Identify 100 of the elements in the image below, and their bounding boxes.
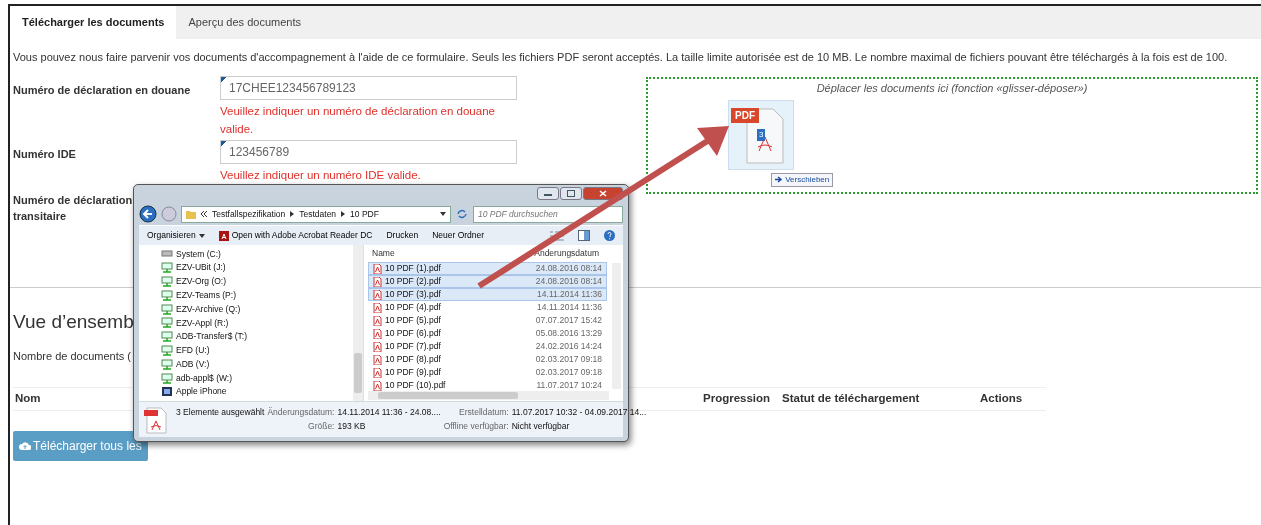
breadcrumb-item[interactable]: Testfallspezifikation [212, 207, 286, 221]
file-date: 02.03.2017 09:18 [535, 353, 602, 366]
view-options-icon[interactable] [550, 230, 564, 241]
file-row[interactable]: 10 PDF (1).pdf 24.08.2016 08:14 [368, 262, 607, 275]
file-row[interactable]: 10 PDF (7).pdf 24.02.2016 14:24 [368, 340, 607, 353]
arrow-icon [775, 176, 783, 184]
tab[interactable]: Aperçu des documents [176, 6, 313, 39]
back-button-icon[interactable] [139, 205, 157, 223]
nav-item[interactable]: ADB-Transfer$ (T:) [161, 329, 247, 344]
file-row[interactable]: 10 PDF (8).pdf 02.03.2017 09:18 [368, 353, 607, 366]
detail-value: 11.07.2017 10:32 - 04.09.2017 14... [511, 405, 647, 419]
nav-item[interactable]: ADB (V:) [161, 357, 210, 372]
help-icon[interactable] [604, 230, 615, 241]
maximize-icon [567, 190, 575, 197]
network-drive-icon [161, 262, 173, 274]
field-label: Numéro IDE [13, 146, 76, 162]
pdf-file-icon [373, 302, 382, 313]
dropdown-caret-icon[interactable] [440, 212, 446, 216]
close-icon [599, 190, 607, 197]
nav-item[interactable]: System (C:) [161, 247, 221, 261]
selection-summary: 3 Elemente ausgewählt [176, 405, 265, 419]
file-date: 14.11.2014 11:36 [537, 301, 602, 314]
breadcrumb-item[interactable]: 10 PDF [350, 207, 379, 221]
network-drive-icon [161, 303, 173, 315]
network-drive-icon [161, 276, 173, 287]
field-label: Numéro de déclaration transitaire [13, 192, 133, 224]
file-date: 05.08.2016 13:29 [535, 327, 602, 340]
nav-item[interactable]: EZV-Archive (Q:) [161, 302, 241, 316]
pdf-file-icon [373, 380, 382, 391]
pdf-file-icon [373, 263, 382, 274]
toolbar-button[interactable]: Drucken [386, 229, 419, 242]
chevron-right-icon [341, 211, 346, 217]
file-row[interactable]: 10 PDF (9).pdf 02.03.2017 09:18 [368, 366, 607, 379]
breadcrumb-item[interactable]: Testdaten [299, 207, 337, 221]
caret-icon [198, 233, 205, 238]
toolbar-button[interactable]: Open with Adobe Acrobat Reader DC [218, 229, 373, 242]
network-drive-icon [161, 372, 173, 384]
preview-pane-icon[interactable] [578, 230, 590, 241]
error-message: Veuillez indiquer un numéro IDE valide. [220, 167, 422, 183]
chevron-right-icon [290, 211, 295, 217]
section-heading: Vue d’ensemb [13, 309, 134, 334]
file-row[interactable]: 10 PDF (4).pdf 14.11.2014 11:36 [368, 301, 607, 314]
pdf-file-icon [373, 367, 382, 378]
detail-value: 14.11.2014 11:36 - 24.08.... [337, 405, 441, 419]
search-field[interactable]: 10 PDF durchsuchen [473, 205, 623, 223]
file-name: 10 PDF (10).pdf [385, 379, 446, 392]
network-drive-icon [161, 358, 173, 370]
cloud-upload-icon [19, 440, 31, 451]
file-name: 10 PDF (4).pdf [385, 301, 441, 314]
error-message: Veuillez indiquer un numéro de déclaration en douane valide. [220, 103, 496, 137]
detail-label: Änderungsdatum: [267, 405, 335, 419]
move-tooltip: Verschieben [771, 173, 834, 187]
file-date: 07.07.2017 15:42 [535, 314, 602, 327]
field-label: Numéro de déclaration en douane [13, 82, 191, 98]
detail-value: Nicht verfügbar [511, 419, 571, 433]
nav-item[interactable]: EZV-Teams (P:) [161, 288, 236, 303]
column-header: Progression [703, 390, 771, 406]
count-badge: 3 [757, 129, 766, 141]
nav-item[interactable]: Apple iPhone [161, 384, 227, 399]
pdf-file-icon [373, 289, 382, 300]
nav-item[interactable]: EFD (U:) [161, 343, 210, 358]
maximize-button[interactable] [560, 187, 582, 200]
column-header[interactable]: Änderungsdatum [534, 247, 599, 260]
input-field[interactable]: 123456789 [220, 139, 517, 164]
folder-icon [186, 209, 196, 219]
file-row[interactable]: 10 PDF (10).pdf 11.07.2017 10:24 [368, 379, 607, 392]
scrollbar-thumb [354, 353, 362, 393]
tab[interactable]: Télécharger les documents [10, 6, 177, 39]
nav-item[interactable]: EZV-UBit (J:) [161, 260, 226, 275]
file-name: 10 PDF (5).pdf [385, 314, 441, 327]
column-header[interactable]: Name [372, 247, 395, 260]
toolbar-button[interactable]: Neuer Ordner [432, 229, 485, 242]
file-name: 10 PDF (9).pdf [385, 366, 441, 379]
file-date: 02.03.2017 09:18 [535, 366, 602, 379]
network-drive-icon [161, 331, 173, 343]
file-date: 14.11.2014 11:36 [537, 288, 602, 301]
document-count: Nombre de documents ( [13, 349, 131, 364]
nav-item[interactable]: EZV-Org (O:) [161, 274, 227, 289]
input-field[interactable]: 17CHEE123456789123 [220, 75, 517, 100]
file-name: 10 PDF (1).pdf [385, 262, 441, 275]
pdf-label: PDF [731, 108, 759, 123]
minimize-button[interactable] [537, 187, 559, 200]
file-name: 10 PDF (2).pdf [385, 275, 441, 288]
pdf-file-icon [373, 341, 382, 352]
refresh-icon[interactable] [455, 207, 469, 221]
nav-item[interactable]: adb-appl$ (W:) [161, 371, 233, 385]
file-name: 10 PDF (8).pdf [385, 353, 441, 366]
nav-item[interactable]: EZV-Appl (R:) [161, 316, 229, 330]
file-date: 24.08.2016 08:14 [535, 262, 602, 275]
file-row[interactable]: 10 PDF (5).pdf 07.07.2017 15:42 [368, 314, 607, 327]
file-row[interactable]: 10 PDF (2).pdf 24.08.2016 08:14 [368, 275, 607, 288]
file-row[interactable]: 10 PDF (6).pdf 05.08.2016 13:29 [368, 327, 607, 340]
pdf-file-icon [373, 276, 382, 287]
file-row[interactable]: 10 PDF (3).pdf 14.11.2014 11:36 [368, 288, 607, 301]
drop-zone[interactable]: Déplacer les documents ici (fonction «glisser-déposer») PDF 3 Verschieben [646, 76, 1258, 194]
file-date: 11.07.2017 10:24 [536, 379, 602, 392]
address-bar[interactable]: Testfallspezifikation Testdaten 10 PDF [181, 205, 451, 223]
pdf-file-icon [143, 405, 167, 434]
column-header: Statut de téléchargement [782, 390, 920, 406]
toolbar-button[interactable]: Organisieren [147, 229, 205, 242]
